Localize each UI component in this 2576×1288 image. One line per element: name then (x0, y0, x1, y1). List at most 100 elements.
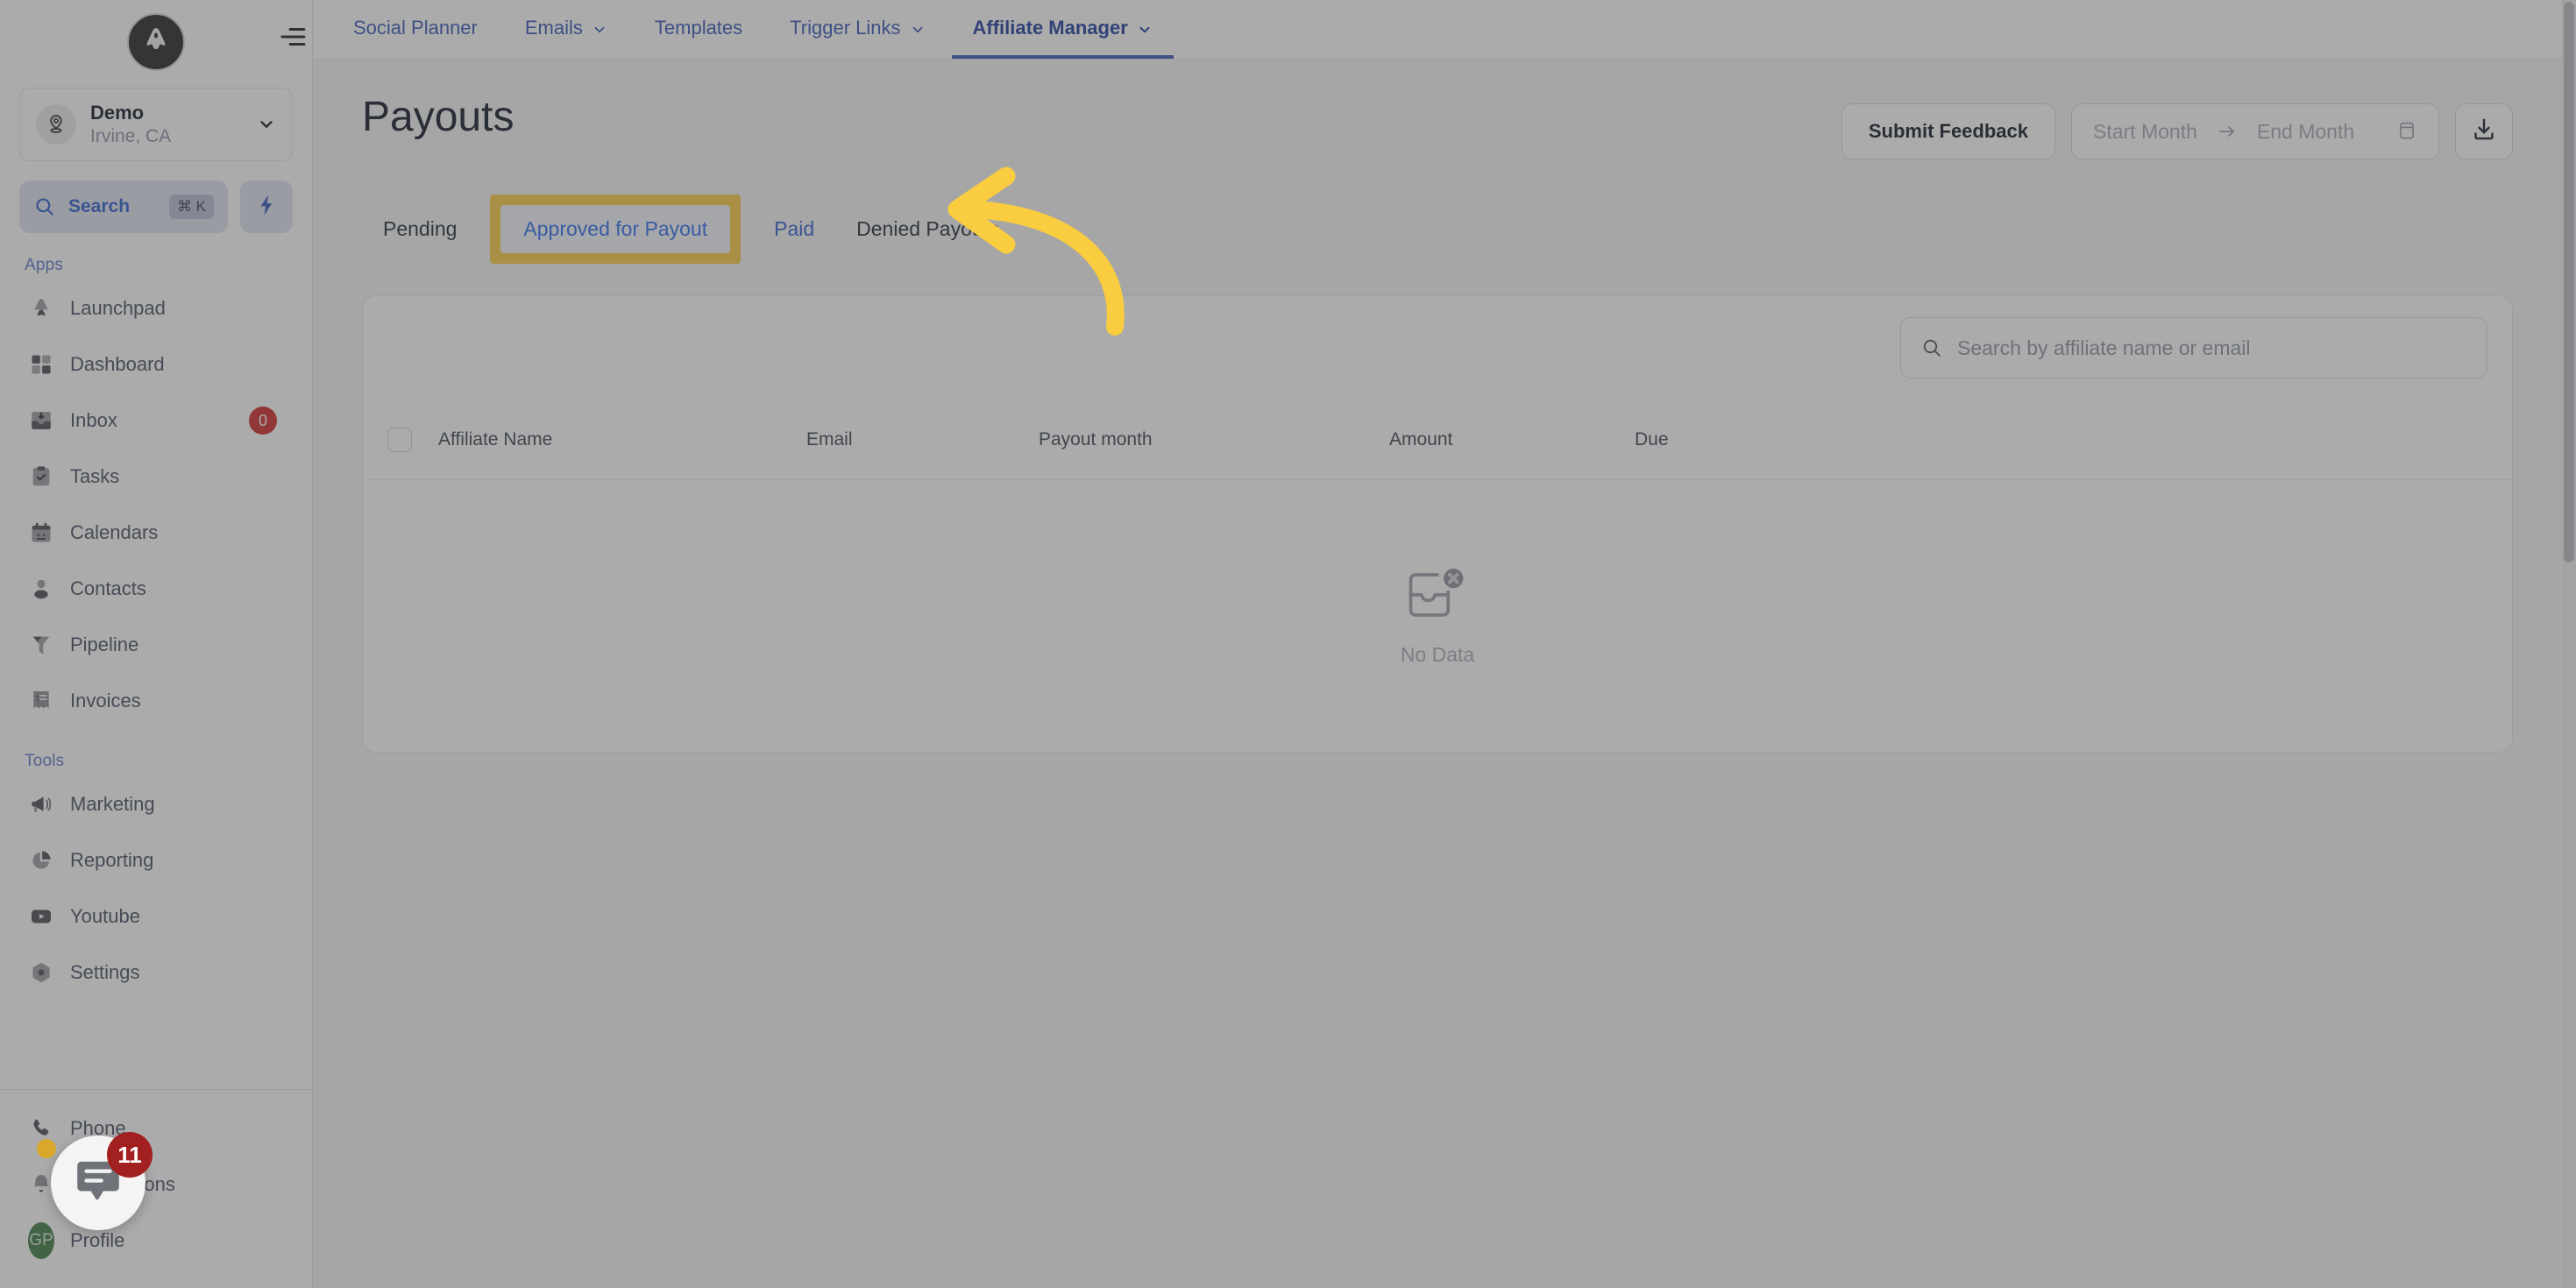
page-header-actions: Submit Feedback Start Month End Month (1841, 95, 2513, 159)
sidebar-item-contacts[interactable]: Contacts (12, 561, 300, 617)
sidebar-item-label: Launchpad (70, 297, 166, 319)
column-header-amount[interactable]: Amount (1389, 429, 1635, 450)
sidebar-item-label: Youtube (70, 905, 140, 927)
topnav-tab-label: Emails (524, 17, 583, 39)
sidebar-item-label: Marketing (70, 793, 155, 815)
sidebar-item-inbox[interactable]: Inbox 0 (12, 393, 300, 449)
avatar-initials: GP (28, 1222, 54, 1259)
invoice-icon (28, 688, 54, 714)
page-scrollbar[interactable] (2562, 0, 2576, 1288)
funnel-icon (28, 632, 54, 658)
topnav-tab-label: Social Planner (353, 17, 478, 39)
no-data-text: No Data (1400, 643, 1475, 666)
annotation-highlight-box: Approved for Payout (490, 195, 742, 264)
topnav-tab-social-planner[interactable]: Social Planner (332, 1, 499, 59)
subtab-approved-for-payout[interactable]: Approved for Payout (500, 205, 731, 253)
inbox-icon (28, 407, 54, 434)
sidebar-item-invoices[interactable]: Invoices (12, 673, 300, 729)
user-icon (28, 576, 54, 602)
chevron-down-icon (257, 115, 276, 134)
start-month-input[interactable]: Start Month (2093, 120, 2197, 144)
sidebar-item-launchpad[interactable]: Launchpad (12, 280, 300, 336)
chat-widget-button[interactable]: 11 (37, 1132, 153, 1230)
topnav-tab-emails[interactable]: Emails (504, 1, 628, 59)
brand-logo[interactable] (0, 0, 312, 84)
sidebar-item-label: Pipeline (70, 633, 139, 655)
sidebar-item-calendars[interactable]: Calendars (12, 505, 300, 561)
calendar-icon (28, 520, 54, 546)
submit-feedback-button[interactable]: Submit Feedback (1841, 103, 2055, 159)
download-icon (2471, 117, 2497, 147)
sidebar-item-marketing[interactable]: Marketing (12, 776, 300, 832)
clipboard-check-icon (28, 464, 54, 490)
sidebar-section-label-tools: Tools (25, 752, 65, 770)
youtube-icon (28, 903, 54, 930)
topnav-tab-label: Templates (654, 17, 743, 39)
end-month-input[interactable]: End Month (2257, 120, 2354, 144)
location-selector[interactable]: Demo Irvine, CA (19, 88, 293, 161)
search-label: Search (68, 196, 131, 216)
subtab-paid[interactable]: Paid (753, 205, 835, 253)
inbox-badge: 0 (249, 407, 277, 435)
brand-a-logo-icon (139, 24, 173, 61)
sidebar-collapse-button[interactable] (272, 21, 314, 56)
sidebar-item-youtube[interactable]: Youtube (12, 888, 300, 945)
location-name: Demo (90, 102, 145, 124)
select-all-checkbox[interactable] (387, 428, 438, 452)
sidebar-search-row: Search ⌘ K (0, 161, 312, 233)
chevron-down-icon (592, 20, 607, 36)
table-empty-state: No Data (363, 480, 2512, 752)
sidebar-item-label: Calendars (70, 521, 159, 543)
rocket-icon (28, 295, 54, 322)
sidebar-item-dashboard[interactable]: Dashboard (12, 336, 300, 393)
sidebar-item-label: Inbox (70, 409, 117, 431)
column-header-due[interactable]: Due (1635, 429, 1880, 450)
sidebar-item-tasks[interactable]: Tasks (12, 449, 300, 505)
sidebar-item-label: Reporting (70, 849, 154, 871)
table-toolbar: Search by affiliate name or email (363, 296, 2512, 400)
topnav-tab-label: Affiliate Manager (972, 17, 1128, 39)
month-range-picker[interactable]: Start Month End Month (2071, 103, 2439, 159)
grid-icon (28, 351, 54, 378)
column-header-affiliate-name[interactable]: Affiliate Name (438, 429, 806, 450)
sidebar-item-label: Dashboard (70, 353, 165, 375)
sidebar-item-reporting[interactable]: Reporting (12, 832, 300, 888)
subtab-denied-payouts[interactable]: Denied Payouts (835, 205, 1019, 253)
notification-dot-icon (37, 1139, 56, 1158)
sidebar-item-profile[interactable]: GP Profile (12, 1213, 300, 1269)
chat-unread-badge: 11 (107, 1132, 153, 1178)
topnav-tab-templates[interactable]: Templates (634, 1, 763, 59)
search-icon (1920, 336, 1943, 359)
sidebar-item-pipeline[interactable]: Pipeline (12, 617, 300, 673)
location-sublabel: Irvine, CA (90, 125, 172, 146)
table-header-row: Affiliate Name Email Payout month Amount… (363, 400, 2512, 480)
affiliate-search-placeholder: Search by affiliate name or email (1957, 336, 2251, 359)
topnav-tab-affiliate-manager[interactable]: Affiliate Manager (951, 1, 1174, 59)
top-navigation: Social Planner Emails Templates Trigger … (313, 0, 2576, 60)
sidebar-section-label-apps: Apps (25, 256, 64, 274)
page-header: Payouts Submit Feedback Start Month End … (313, 60, 2562, 159)
sidebar-footer: Phone Notifications GP Profile (0, 1089, 312, 1288)
topnav-tab-trigger-links[interactable]: Trigger Links (769, 1, 946, 59)
subtab-label: Paid (774, 217, 815, 240)
sidebar-nav-apps: Launchpad Dashboard Inbox 0 Tasks Calend… (0, 280, 312, 729)
affiliate-search-input[interactable]: Search by affiliate name or email (1900, 317, 2487, 379)
no-data-inbox-icon (1405, 565, 1470, 627)
subtab-label: Pending (383, 217, 458, 240)
column-header-email[interactable]: Email (806, 429, 1039, 450)
payout-subtabs: Pending Approved for Payout Paid Denied … (313, 159, 2562, 264)
sidebar-item-settings[interactable]: Settings (12, 945, 300, 1001)
search-icon (33, 195, 56, 218)
main-content: Payouts Submit Feedback Start Month End … (313, 60, 2562, 1288)
map-pin-icon (36, 104, 76, 145)
sidebar-nav-tools: Marketing Reporting Youtube Settings (0, 776, 312, 1001)
download-button[interactable] (2455, 103, 2513, 159)
scrollbar-thumb[interactable] (2564, 2, 2574, 563)
quick-action-button[interactable] (240, 180, 293, 233)
subtab-label: Approved for Payout (523, 217, 708, 240)
search-input[interactable]: Search ⌘ K (19, 180, 228, 233)
collapse-menu-icon (278, 22, 308, 56)
subtab-pending[interactable]: Pending (362, 205, 478, 253)
column-header-payout-month[interactable]: Payout month (1039, 429, 1389, 450)
chevron-down-icon (1137, 20, 1153, 36)
